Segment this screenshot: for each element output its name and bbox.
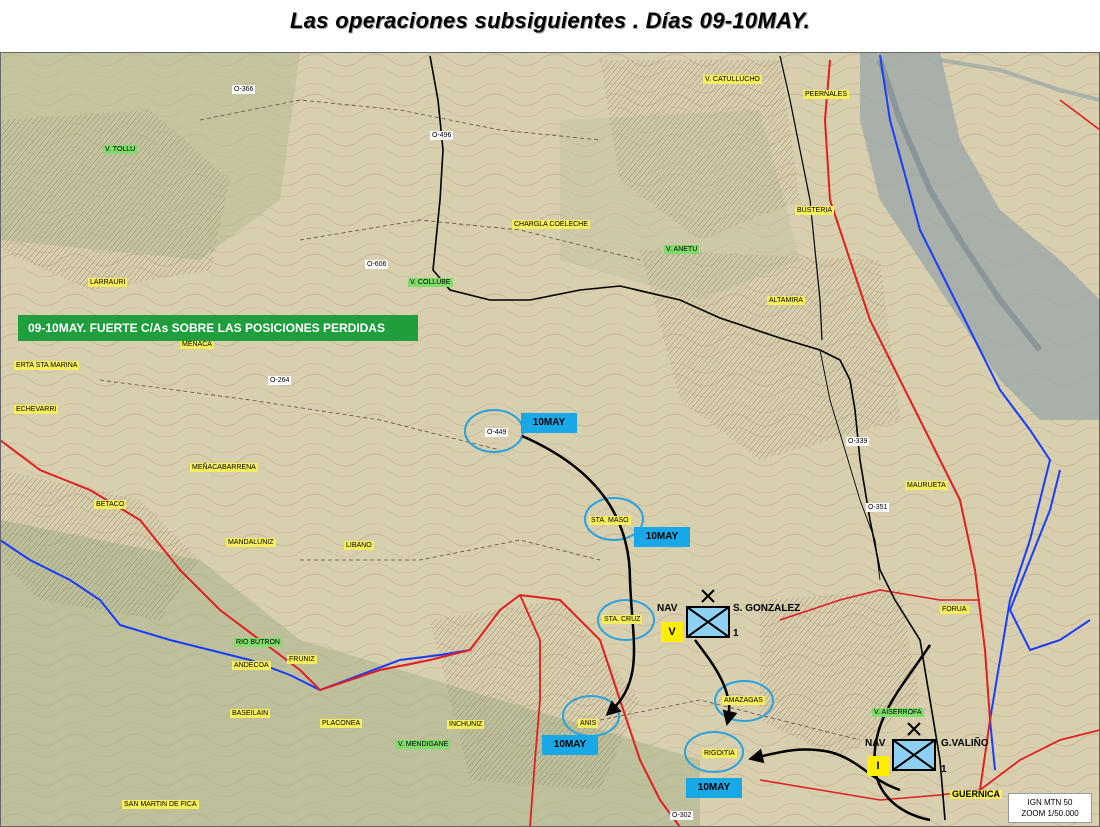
date-tag: 10MAY	[686, 778, 742, 798]
place-label: BUSTERIA	[795, 206, 835, 215]
place-label: V. CATULLUCHO	[703, 75, 762, 84]
unit-number: 1	[941, 764, 947, 775]
place-label: ALTAMIRA	[767, 296, 805, 305]
place-label: BETACO	[94, 500, 127, 509]
place-label: MAURUETA	[905, 481, 948, 490]
place-label: MEÑACA	[180, 340, 214, 349]
date-tag: 10MAY	[634, 527, 690, 547]
place-label: V. ANETU	[664, 245, 700, 254]
place-label: V. MENDIGANE	[396, 740, 451, 749]
map-title: Las operaciones subsiguientes . Días 09-…	[290, 8, 810, 33]
place-label: MEÑACABARRENA	[190, 463, 258, 472]
place-label: LARRAURI	[88, 278, 128, 287]
place-label: PEERNALES	[803, 90, 850, 99]
place-label: ERTA STA MARINA	[14, 361, 80, 370]
date-tag: 10MAY	[542, 735, 598, 755]
date-tag: 10MAY	[521, 413, 577, 433]
scale-line-1: IGN MTN 50	[1027, 798, 1073, 807]
unit-echelon-badge: V	[661, 622, 683, 642]
scale-line-2: ZOOM 1/50.000	[1021, 809, 1079, 818]
topographic-map	[0, 52, 1100, 827]
place-label: CHARGLA COELECHE	[512, 220, 590, 229]
place-label: ANIS	[578, 719, 599, 728]
place-label: V. COLLUBE	[408, 278, 453, 287]
place-label: O-302	[670, 811, 694, 820]
place-label: LIBANO	[344, 541, 374, 550]
place-label: STA. MASO	[589, 516, 631, 525]
place-label: ECHEVARRI	[14, 405, 59, 414]
unit-name: S. GONZALEZ	[733, 603, 801, 614]
place-label: FRUNIZ	[287, 655, 317, 664]
place-label: ANDECOA	[232, 661, 271, 670]
place-label: BASEILAIN	[230, 709, 271, 718]
operation-banner: 09-10MAY. FUERTE C/As SOBRE LAS POSICION…	[18, 315, 418, 341]
place-label: O-351	[866, 503, 890, 512]
unit-echelon-badge: I	[867, 756, 889, 776]
place-label: RIGOITIA	[702, 749, 737, 758]
place-label: PLACONEA	[320, 719, 363, 728]
place-label: MANDALUNIZ	[226, 538, 276, 547]
place-label: O-366	[232, 85, 256, 94]
place-label: FORUA	[940, 605, 969, 614]
place-label: O-339	[846, 437, 870, 446]
place-label: O-496	[430, 131, 454, 140]
place-label: SAN MARTIN DE FICA	[122, 800, 199, 809]
place-label: O-606	[365, 260, 389, 269]
place-label: O-264	[268, 376, 292, 385]
place-label: V. AISERROFA	[872, 708, 924, 717]
unit-affiliation: NAV	[865, 738, 886, 749]
place-label: O-449	[485, 428, 509, 437]
place-label: INCHUNIZ	[447, 720, 485, 729]
unit-number: 1	[733, 628, 739, 639]
place-label: AMAZAGAS	[722, 696, 765, 705]
place-label: RIO BUTRON	[234, 638, 282, 647]
unit-name: G.VALIÑO	[941, 738, 989, 749]
place-label: V. TOLLU	[103, 145, 138, 154]
map-scale-box: IGN MTN 50 ZOOM 1/50.000	[1008, 793, 1092, 823]
place-label: GUERNICA	[950, 789, 1003, 799]
place-label: STA. CRUZ	[602, 615, 643, 624]
unit-affiliation: NAV	[657, 603, 678, 614]
